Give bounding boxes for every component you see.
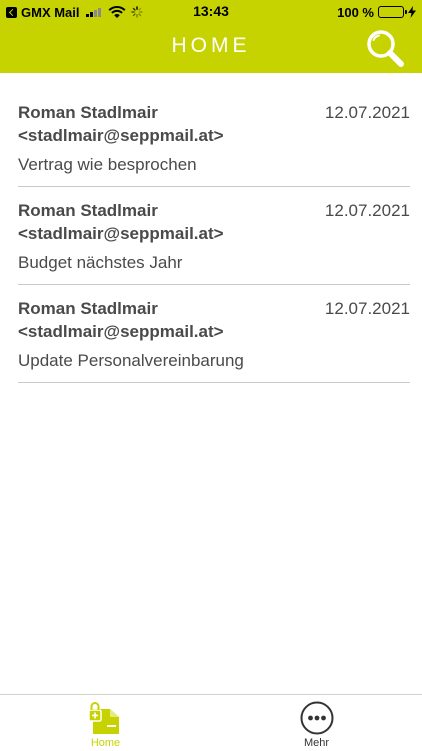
mail-sender: Roman Stadlmair [18, 201, 158, 220]
mail-date: 12.07.2021 [324, 103, 410, 122]
more-icon [300, 701, 333, 735]
mail-date: 12.07.2021 [324, 299, 410, 318]
mail-list-item[interactable]: Roman Stadlmair <stadlmair@seppmail.at> … [18, 285, 410, 383]
tab-bar: Home Mehr [0, 694, 422, 751]
status-right: 100 % [337, 4, 416, 20]
mail-sender: Roman Stadlmair [18, 103, 158, 122]
tab-more[interactable]: Mehr [211, 695, 422, 751]
page-title: HOME [171, 34, 251, 57]
mail-sender: Roman Stadlmair [18, 299, 158, 318]
mail-list-item[interactable]: Roman Stadlmair <stadlmair@seppmail.at> … [18, 187, 410, 285]
battery-icon [378, 6, 407, 18]
battery-percentage: 100 % [337, 4, 374, 20]
mail-subject: Budget nächstes Jahr [18, 253, 183, 272]
secure-mail-icon [87, 702, 119, 734]
mail-list: Roman Stadlmair <stadlmair@seppmail.at> … [0, 73, 422, 383]
app-header: GMX Mail 13:43 100 % HOME [0, 0, 422, 73]
tab-home[interactable]: Home [0, 695, 211, 751]
mail-subject: Update Personalvereinbarung [18, 351, 244, 370]
mail-sender-address: <stadlmair@seppmail.at> [18, 322, 224, 341]
mail-sender-address: <stadlmair@seppmail.at> [18, 126, 224, 145]
mail-sender-address: <stadlmair@seppmail.at> [18, 224, 224, 243]
charging-bolt-icon [408, 6, 416, 18]
status-bar: GMX Mail 13:43 100 % [0, 0, 422, 24]
search-icon[interactable] [364, 28, 406, 70]
mail-date: 12.07.2021 [324, 201, 410, 220]
mail-subject: Vertrag wie besprochen [18, 155, 197, 174]
tab-home-label: Home [90, 737, 121, 749]
mail-list-item[interactable]: Roman Stadlmair <stadlmair@seppmail.at> … [18, 73, 410, 187]
tab-more-label: Mehr [303, 737, 330, 749]
